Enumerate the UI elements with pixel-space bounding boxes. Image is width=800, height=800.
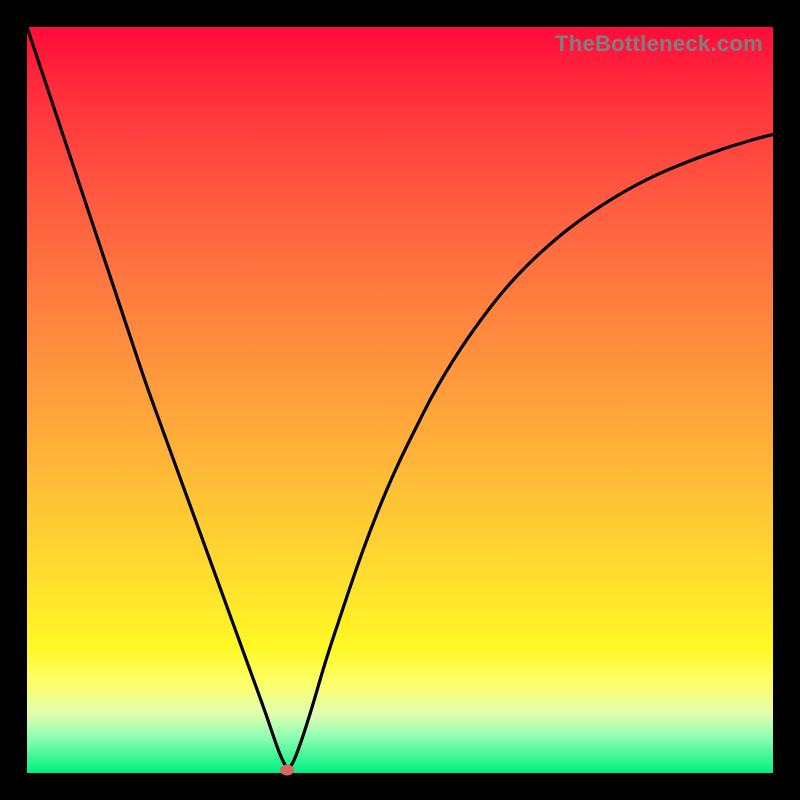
curve-svg [27, 27, 773, 773]
bottleneck-curve [27, 27, 773, 767]
plot-area: TheBottleneck.com [27, 27, 773, 773]
optimum-marker [280, 765, 294, 776]
chart-frame: TheBottleneck.com [0, 0, 800, 800]
